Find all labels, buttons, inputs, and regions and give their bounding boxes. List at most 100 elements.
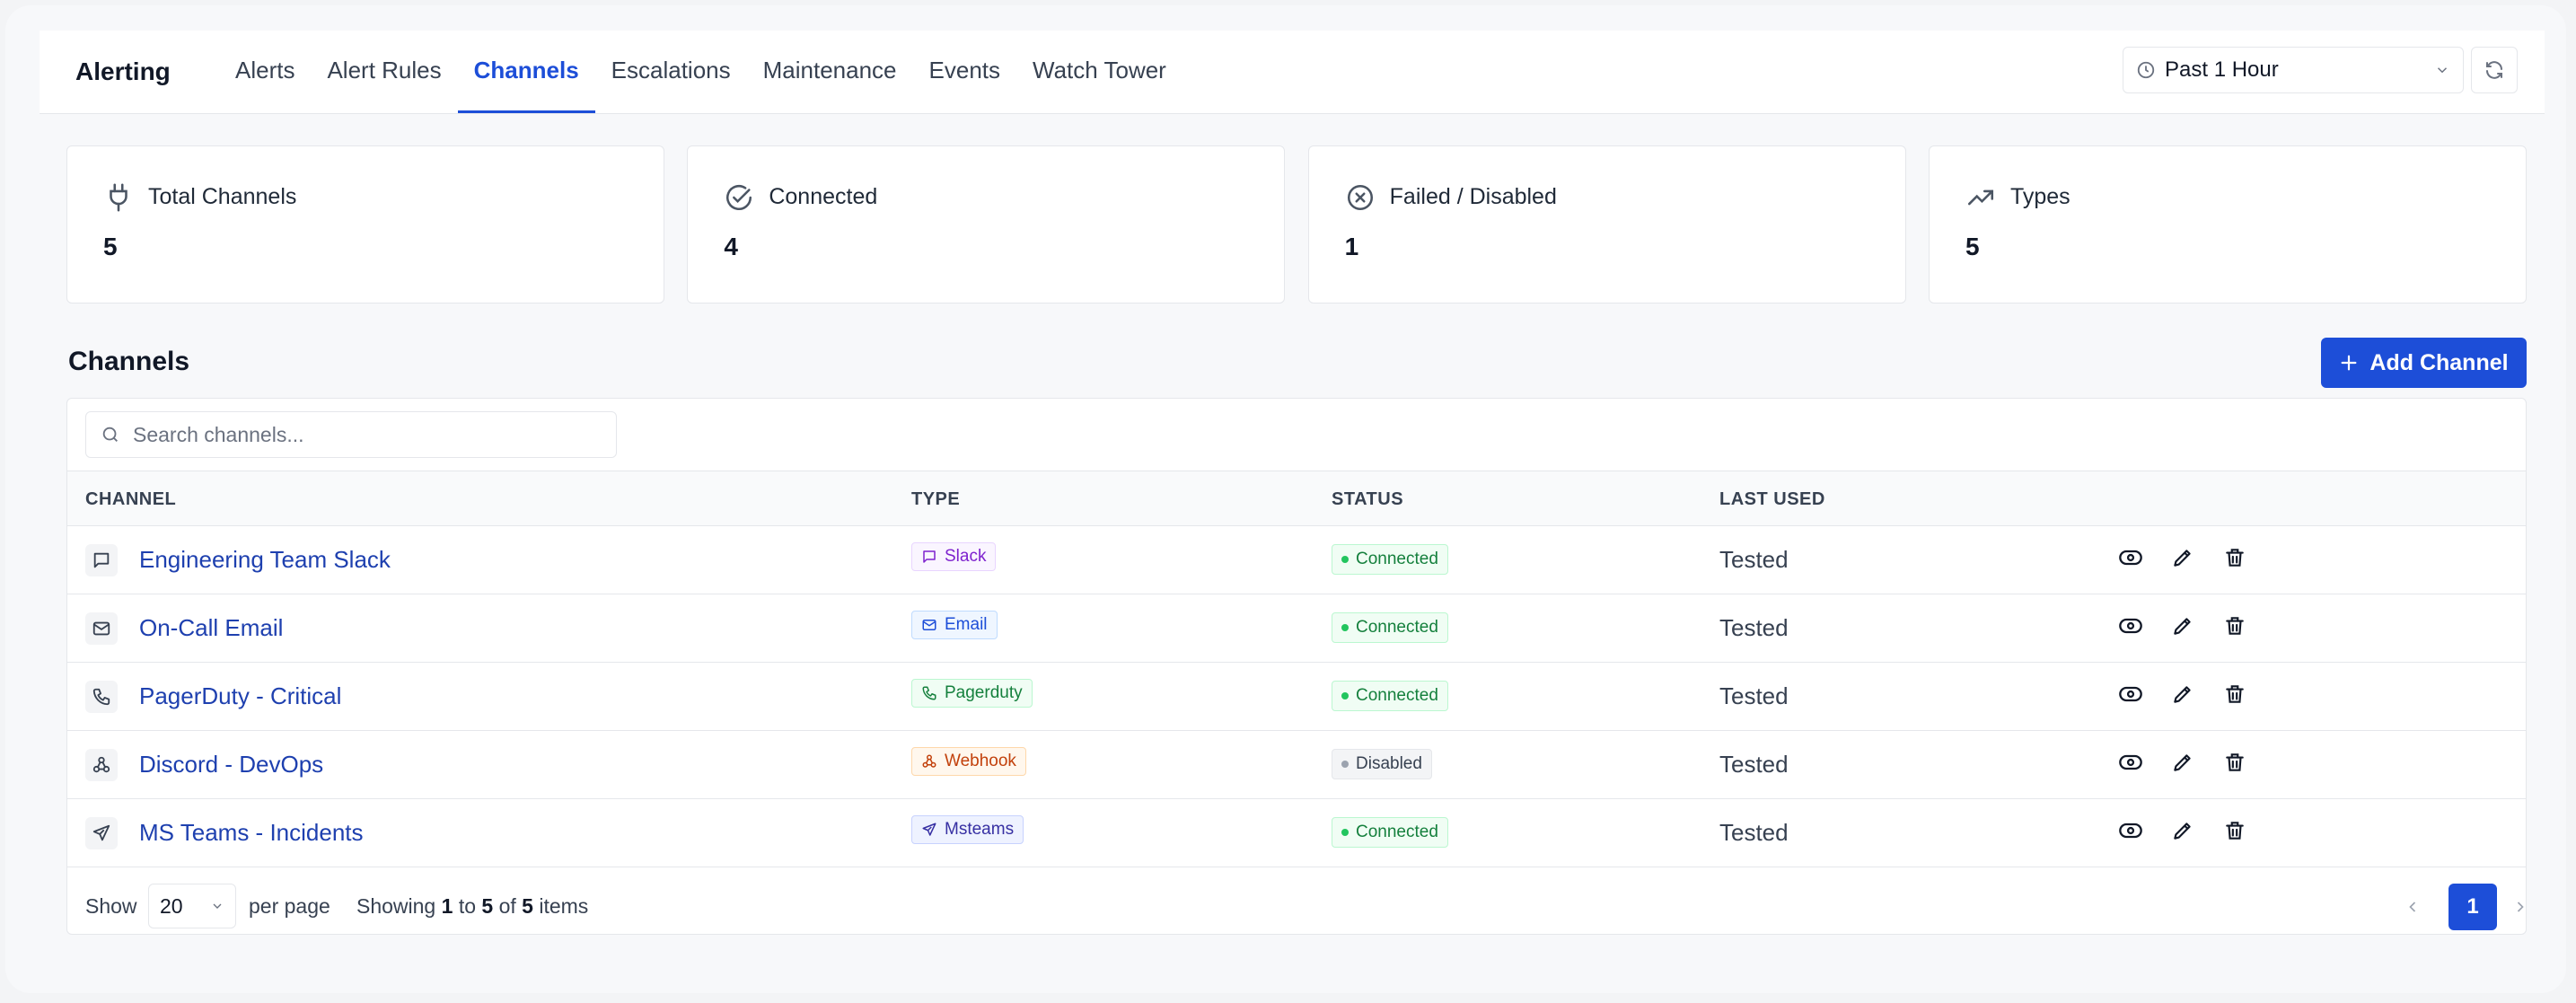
delete-button[interactable] (2221, 817, 2248, 844)
message-square-icon (93, 552, 110, 568)
tab-alert-rules[interactable]: Alert Rules (311, 31, 457, 113)
message-square-icon (923, 550, 936, 563)
tab-maintenance[interactable]: Maintenance (747, 31, 913, 113)
view-button[interactable] (2117, 681, 2144, 708)
showing-prefix: Showing (356, 894, 436, 918)
showing-total: 5 (522, 894, 533, 918)
last-used-value: Tested (1719, 546, 1789, 573)
delete-button[interactable] (2221, 612, 2248, 639)
app-brand: Alerting (75, 57, 171, 85)
column-header-last-used[interactable]: LAST USED (1719, 489, 1825, 510)
phone-icon (922, 686, 936, 700)
delete-button[interactable] (2221, 749, 2248, 776)
per-page-value: 20 (160, 893, 183, 918)
stats-row: Total Channels 5 Connected 4 Failed / Di… (66, 145, 2527, 304)
stat-card-total-channels: Total Channels 5 (66, 145, 664, 304)
status-badge: Connected (1332, 681, 1448, 711)
view-button[interactable] (2117, 612, 2144, 639)
phone-icon (92, 688, 110, 706)
edit-button[interactable] (2169, 749, 2196, 776)
last-used-value: Tested (1719, 614, 1789, 641)
next-page-button[interactable] (2501, 885, 2526, 928)
edit-button[interactable] (2169, 544, 2196, 571)
type-badge: Webhook (911, 747, 1026, 776)
pencil-icon (2174, 754, 2191, 771)
channel-name-link[interactable]: MS Teams - Incidents (139, 819, 364, 847)
main-tabs: Alerts Alert Rules Channels Escalations … (219, 31, 1182, 113)
trash-icon (2226, 753, 2244, 771)
show-label: Show (85, 894, 137, 918)
edit-button[interactable] (2169, 817, 2196, 844)
last-used-value: Tested (1719, 819, 1789, 846)
status-label: Connected (1356, 686, 1438, 705)
status-dot (1341, 624, 1349, 631)
channel-name-link[interactable]: PagerDuty - Critical (139, 682, 341, 710)
webhook-icon (92, 756, 110, 773)
per-page-label: per page (249, 894, 330, 918)
table-row[interactable]: Engineering Team Slack Slack Connected T… (67, 526, 2526, 594)
column-header-status[interactable]: STATUS (1332, 489, 1403, 510)
edit-button[interactable] (2169, 612, 2196, 639)
type-label: Webhook (945, 752, 1016, 770)
delete-button[interactable] (2221, 681, 2248, 708)
table-row[interactable]: MS Teams - Incidents Msteams Connected T… (67, 799, 2526, 867)
trash-icon (2226, 549, 2244, 567)
x-circle-icon (1347, 184, 1373, 211)
page-button-current[interactable]: 1 (2449, 884, 2497, 930)
table-row[interactable]: On-Call Email Email Connected Tested (67, 594, 2526, 663)
tab-watch-tower[interactable]: Watch Tower (1016, 31, 1182, 113)
add-channel-button[interactable]: Add Channel (2321, 338, 2527, 388)
clock-icon (2137, 61, 2155, 79)
view-button[interactable] (2117, 544, 2144, 571)
eye-icon (2119, 823, 2142, 839)
status-label: Connected (1356, 550, 1438, 568)
time-range-select[interactable]: Past 1 Hour (2123, 47, 2464, 93)
search-input[interactable]: Search channels... (85, 411, 617, 458)
time-range-label: Past 1 Hour (2165, 57, 2279, 82)
stat-value: 5 (103, 233, 118, 260)
plus-icon (2341, 355, 2357, 371)
refresh-icon (2486, 61, 2502, 79)
tab-channels[interactable]: Channels (457, 31, 595, 113)
column-header-channel[interactable]: CHANNEL (85, 489, 176, 510)
stat-card-connected: Connected 4 (687, 145, 1286, 304)
status-dot (1341, 761, 1349, 768)
status-badge: Connected (1332, 544, 1448, 575)
row-actions (2117, 817, 2248, 844)
tab-escalations[interactable]: Escalations (595, 31, 747, 113)
edit-button[interactable] (2169, 681, 2196, 708)
channel-name-link[interactable]: Discord - DevOps (139, 751, 323, 779)
pagination-footer: Show 20 per page Showing 1 to 5 of 5 ite… (67, 875, 2526, 934)
eye-icon (2119, 618, 2142, 634)
tab-events[interactable]: Events (913, 31, 1017, 113)
stat-label: Failed / Disabled (1389, 184, 1557, 209)
type-label: Email (945, 615, 988, 634)
view-button[interactable] (2117, 817, 2144, 844)
column-header-type[interactable]: TYPE (911, 489, 960, 510)
plug-icon (110, 183, 127, 212)
status-dot (1341, 692, 1349, 699)
send-icon (922, 823, 936, 836)
chevron-right-icon (2517, 902, 2524, 912)
pencil-icon (2174, 550, 2191, 567)
showing-items-word: items (539, 894, 589, 918)
add-channel-label: Add Channel (2369, 349, 2509, 375)
type-label: Slack (945, 547, 987, 566)
previous-page-button[interactable] (2393, 885, 2432, 928)
status-dot (1341, 556, 1349, 563)
channel-name-link[interactable]: Engineering Team Slack (139, 546, 391, 574)
delete-button[interactable] (2221, 544, 2248, 571)
last-used-value: Tested (1719, 751, 1789, 778)
per-page-select[interactable]: 20 (148, 884, 236, 928)
table-row[interactable]: PagerDuty - Critical Pagerduty Connected… (67, 663, 2526, 731)
type-label: Pagerduty (945, 683, 1023, 702)
webhook-icon (922, 754, 936, 768)
view-button[interactable] (2117, 749, 2144, 776)
tab-alerts[interactable]: Alerts (219, 31, 311, 113)
top-nav-bar: Alerting Alerts Alert Rules Channels Esc… (40, 31, 2545, 114)
table-row[interactable]: Discord - DevOps Webhook Disabled Tested (67, 731, 2526, 799)
channel-icon (85, 681, 118, 713)
refresh-button[interactable] (2471, 47, 2518, 93)
stat-label: Types (2009, 184, 2070, 209)
channel-name-link[interactable]: On-Call Email (139, 614, 283, 642)
